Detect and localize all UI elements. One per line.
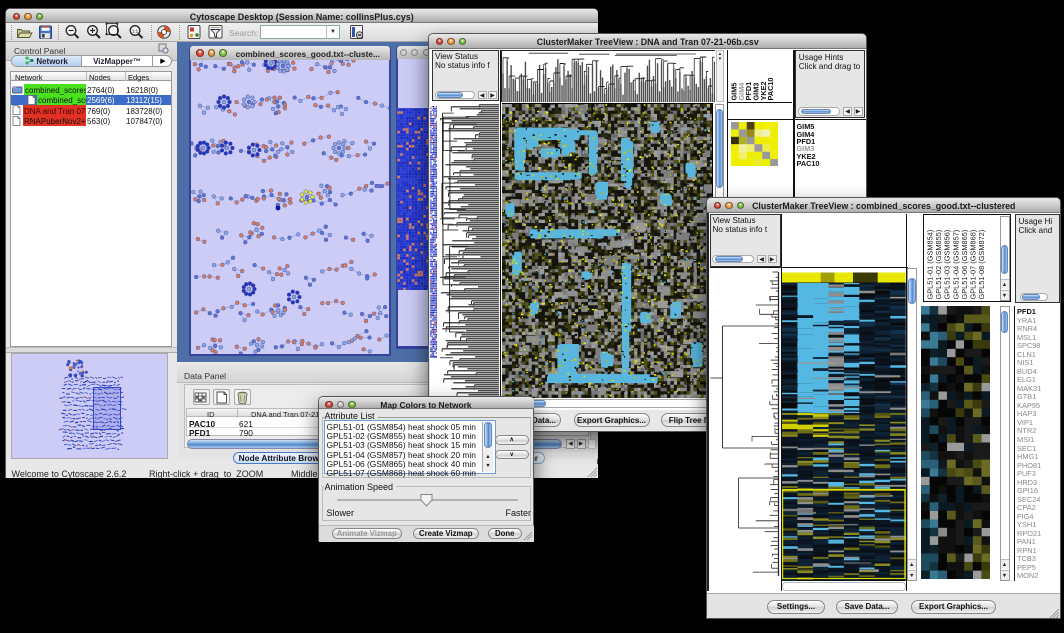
svg-text:1:1: 1:1 bbox=[132, 28, 139, 33]
svg-text:PAC10: PAC10 bbox=[766, 78, 775, 101]
svg-text:GPL51-08 (GSM872): GPL51-08 (GSM872) bbox=[977, 230, 986, 300]
